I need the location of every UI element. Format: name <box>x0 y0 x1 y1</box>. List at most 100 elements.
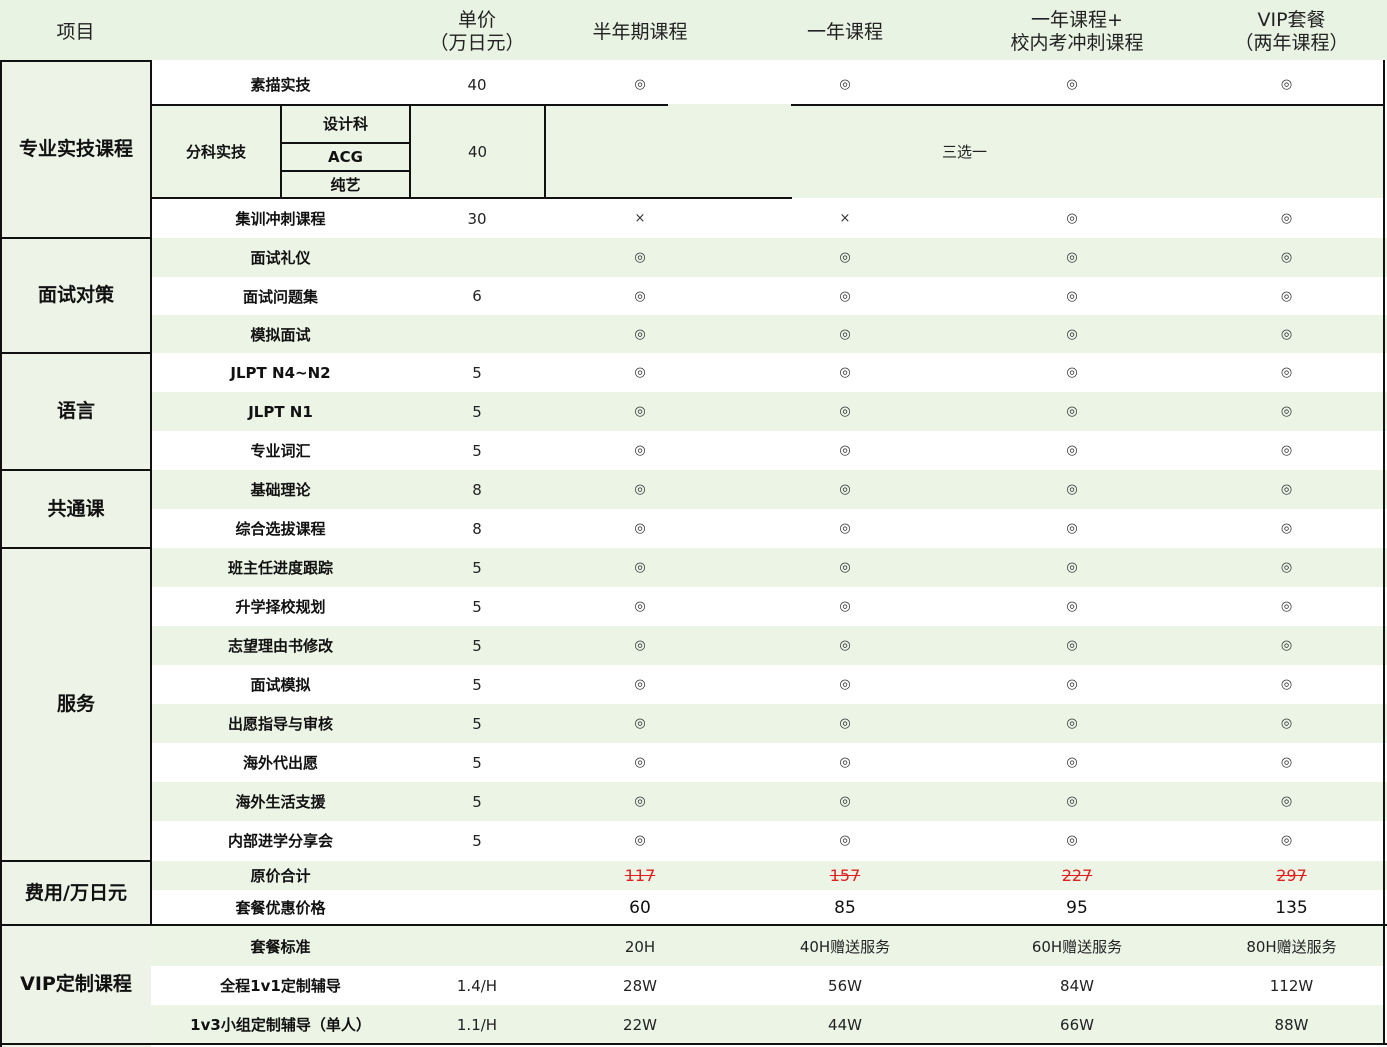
mark-half-year: ◎ <box>634 364 646 380</box>
mark-half-year: ◎ <box>634 481 646 497</box>
package-one-year: 85 <box>834 897 856 918</box>
mark-one-year-plus: ◎ <box>1066 715 1078 731</box>
mark-one-year-plus: ◎ <box>1066 403 1078 419</box>
border-line <box>1383 60 1385 1045</box>
mark-one-year-plus: ◎ <box>1066 520 1078 536</box>
mark-half-year: ◎ <box>634 520 646 536</box>
header-item: 项目 <box>56 20 95 43</box>
mark-vip: ◎ <box>1280 288 1293 304</box>
category-interview: 面试对策 <box>37 284 114 307</box>
row-label: 面试问题集 <box>242 287 318 306</box>
subject-acg: ACG <box>328 148 363 166</box>
header-one-year: 一年课程 <box>806 20 883 43</box>
mark-vip: ◎ <box>1280 249 1293 265</box>
mark-one-year-plus: ◎ <box>1066 249 1078 265</box>
vip-1v1-price: 1.4/H <box>456 977 498 995</box>
header-half-year: 半年期课程 <box>592 20 688 43</box>
row-label: 面试礼仪 <box>250 248 311 267</box>
vip-standard-vip: 80H赠送服务 <box>1246 938 1337 956</box>
original-vip: 297 <box>1276 866 1307 886</box>
mark-vip: ◎ <box>1280 326 1293 342</box>
mark-one-year: ◎ <box>839 520 851 536</box>
unit-price: 40 <box>467 76 487 94</box>
vip-1v3-price: 1.1/H <box>456 1015 498 1034</box>
mark-one-year: ◎ <box>839 326 851 342</box>
border-line <box>0 924 1387 926</box>
mark-half-year: ◎ <box>634 598 646 614</box>
mark-half-year: ◎ <box>634 715 646 731</box>
package-vip: 135 <box>1275 897 1308 918</box>
row-label: 面试模拟 <box>250 675 311 694</box>
row-label: 专业词汇 <box>250 441 311 460</box>
vip-standard-one-year-plus: 60H赠送服务 <box>1031 938 1123 956</box>
row-label: 综合选拔课程 <box>235 519 326 538</box>
mark-half-year: ◎ <box>634 559 646 575</box>
mark-one-year: ◎ <box>839 442 851 458</box>
row-label: 海外生活支援 <box>235 792 326 811</box>
border-line <box>0 1043 1387 1045</box>
vip-standard-half-year: 20H <box>624 938 656 956</box>
vip-1v1-vip: 112W <box>1269 977 1314 995</box>
mark-one-year: ◎ <box>839 598 851 614</box>
unit-price: 5 <box>472 558 482 577</box>
category-language: 语言 <box>56 400 95 423</box>
mark-one-year: ◎ <box>839 288 851 304</box>
vip-1v3-half-year: 22W <box>623 1015 657 1034</box>
original-half-year: 117 <box>624 866 656 886</box>
unit-price: 5 <box>472 675 482 694</box>
mark-one-year: ◎ <box>839 715 851 731</box>
mark-vip: ◎ <box>1280 598 1293 614</box>
row-label: JLPT N4~N2 <box>230 363 331 382</box>
header-vip: VIP套餐 （两年课程） <box>1200 4 1383 60</box>
vip-1v3-one-year-plus: 66W <box>1060 1015 1094 1034</box>
mark-vip: ◎ <box>1280 364 1293 380</box>
vip-1v3-label: 1v3小组定制辅导（单人） <box>190 1015 371 1034</box>
subject-label: 分科实技 <box>185 142 246 161</box>
category-vip-custom: VIP定制课程 <box>20 973 132 996</box>
mark-half-year: × <box>634 211 646 227</box>
mark-half-year: ◎ <box>634 442 646 458</box>
mark-one-year-plus: ◎ <box>1066 442 1078 458</box>
package-price-label: 套餐优惠价格 <box>235 899 326 917</box>
header-unit-price-line2: （万日元） <box>429 32 525 54</box>
unit-price: 8 <box>472 519 482 538</box>
original-one-year-plus: 227 <box>1061 866 1093 886</box>
mark-one-year-plus: ◎ <box>1066 288 1078 304</box>
mark-half-year: ◎ <box>634 249 646 265</box>
row-label: 海外代出愿 <box>242 753 318 772</box>
mark-vip: ◎ <box>1280 559 1293 575</box>
mark-one-year: ◎ <box>839 364 851 380</box>
unit-price: 5 <box>472 714 482 733</box>
category-professional: 专业实技课程 <box>18 138 133 161</box>
vip-1v3-one-year: 44W <box>828 1015 862 1034</box>
original-total-label: 原价合计 <box>250 867 311 885</box>
header-one-year-plus-line2: 校内考冲刺课程 <box>1010 32 1144 54</box>
mark-half-year: ◎ <box>634 77 646 93</box>
row-label: 班主任进度跟踪 <box>227 558 333 577</box>
row-label: 志望理由书修改 <box>227 636 333 655</box>
package-one-year-plus: 95 <box>1066 897 1088 918</box>
unit-price: 8 <box>472 480 482 499</box>
mark-one-year: ◎ <box>839 481 851 497</box>
mark-half-year: ◎ <box>634 793 646 809</box>
mark-vip: ◎ <box>1280 754 1293 770</box>
mark-one-year-plus: ◎ <box>1066 211 1078 227</box>
vip-standard-label: 套餐标准 <box>250 938 311 956</box>
mark-one-year-plus: ◎ <box>1066 364 1078 380</box>
unit-price: 6 <box>472 286 482 305</box>
mark-one-year: ◎ <box>839 403 851 419</box>
vip-standard-price <box>410 928 544 966</box>
row-label: 基础理论 <box>250 480 311 499</box>
mark-one-year: ◎ <box>839 559 851 575</box>
border-line <box>151 197 792 199</box>
header-vip-line2: （两年课程） <box>1234 32 1349 54</box>
mark-one-year: ◎ <box>839 637 851 653</box>
unit-price: 5 <box>472 636 482 655</box>
category-service: 服务 <box>56 693 95 716</box>
vip-1v3-vip: 88W <box>1274 1015 1309 1034</box>
header-one-year-plus-line1: 一年课程+ <box>1031 9 1123 32</box>
original-one-year: 157 <box>829 866 861 886</box>
unit-price: 5 <box>472 831 482 850</box>
row-label: 升学择校规划 <box>235 597 326 616</box>
unit-price: 5 <box>472 597 482 616</box>
